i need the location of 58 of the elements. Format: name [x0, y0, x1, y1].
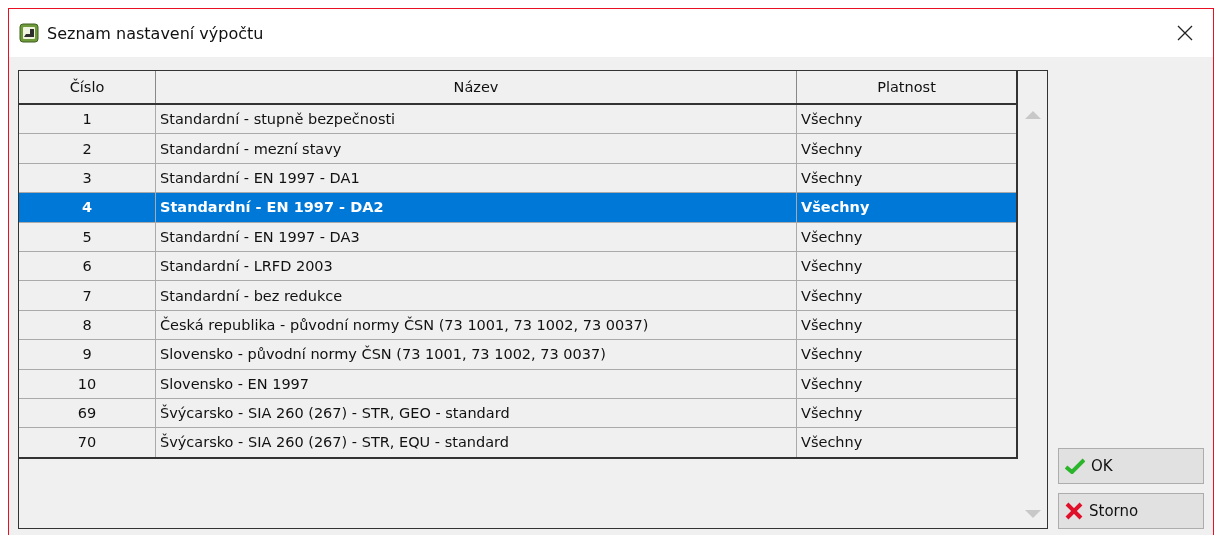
table-cell: Standardní - EN 1997 - DA1	[155, 163, 797, 193]
table-cell: Všechny	[796, 398, 1017, 428]
table-cell: Standardní - LRFD 2003	[155, 251, 797, 281]
table-cell: 6	[19, 251, 156, 281]
table-cell: Všechny	[796, 192, 1017, 223]
table-cell: Všechny	[796, 104, 1017, 134]
cancel-button[interactable]: Storno	[1058, 493, 1204, 529]
close-icon[interactable]	[1177, 25, 1193, 41]
table-cell: Standardní - mezní stavy	[155, 133, 797, 164]
table-row[interactable]: 2 Standardní - mezní stavy Všechny	[19, 133, 1017, 164]
table-row[interactable]: 7 Standardní - bez redukce Všechny	[19, 280, 1017, 311]
table-cell: 70	[19, 427, 156, 458]
table-row[interactable]: 69 Švýcarsko - SIA 260 (267) - STR, GEO - standard Všechny	[19, 398, 1017, 428]
column-header[interactable]: Číslo	[19, 71, 156, 104]
table-cell: Standardní - EN 1997 - DA3	[155, 222, 797, 252]
table-cell: 69	[19, 398, 156, 428]
table-cell: 8	[19, 310, 156, 340]
ok-button[interactable]: OK	[1058, 448, 1204, 484]
table-cell: 3	[19, 163, 156, 193]
table-cell: Všechny	[796, 310, 1017, 340]
app-icon	[19, 23, 39, 43]
scroll-down-icon[interactable]	[1024, 510, 1041, 518]
table-cell: Všechny	[796, 339, 1017, 369]
table-row[interactable]: 1 Standardní - stupně bezpečnosti Všechny	[19, 104, 1017, 134]
table-cell: 9	[19, 339, 156, 369]
table-cell: 2	[19, 133, 156, 164]
table-cell: Česká republika - původní normy ČSN (73 1001, 73 1002, 73 0037)	[155, 310, 797, 340]
column-header[interactable]: Platnost	[796, 71, 1017, 104]
table-cell: Švýcarsko - SIA 260 (267) - STR, GEO - standard	[155, 398, 797, 428]
table-cell: 7	[19, 280, 156, 311]
checkmark-icon	[1065, 458, 1085, 474]
table-cell: 1	[19, 104, 156, 134]
table-row[interactable]: 4 Standardní - EN 1997 - DA2 Všechny	[19, 192, 1017, 223]
column-header[interactable]: Název	[155, 71, 797, 104]
table-row[interactable]: 6 Standardní - LRFD 2003 Všechny	[19, 251, 1017, 281]
table-cell: Standardní - EN 1997 - DA2	[155, 192, 797, 223]
table-cell: Všechny	[796, 369, 1017, 399]
table-cell: Slovensko - EN 1997	[155, 369, 797, 399]
table-row[interactable]: 70 Švýcarsko - SIA 260 (267) - STR, EQU - standard Všechny	[19, 427, 1017, 458]
table-cell: Standardní - stupně bezpečnosti	[155, 104, 797, 134]
close-icon	[1065, 502, 1083, 520]
table-cell: 10	[19, 369, 156, 399]
table-cell: Slovensko - původní normy ČSN (73 1001, 73 1002, 73 0037)	[155, 339, 797, 369]
table-row[interactable]: 10 Slovensko - EN 1997 Všechny	[19, 369, 1017, 399]
table-cell: Standardní - bez redukce	[155, 280, 797, 311]
table-cell: Všechny	[796, 251, 1017, 281]
table-cell: Všechny	[796, 427, 1017, 458]
table-row[interactable]: 5 Standardní - EN 1997 - DA3 Všechny	[19, 222, 1017, 252]
table-cell: 4	[19, 192, 156, 223]
scroll-up-icon[interactable]	[1024, 111, 1041, 119]
table-row[interactable]: 9 Slovensko - původní normy ČSN (73 1001, 73 1002, 73 0037) Všechny	[19, 339, 1017, 369]
table-cell: Všechny	[796, 222, 1017, 252]
table-cell: Všechny	[796, 280, 1017, 311]
table-cell: 5	[19, 222, 156, 252]
table-cell: Všechny	[796, 133, 1017, 164]
table-row[interactable]: 8 Česká republika - původní normy ČSN (73 1001, 73 1002, 73 0037) Všechny	[19, 310, 1017, 340]
window-title: Seznam nastavení výpočtu	[47, 23, 265, 43]
table-cell: Švýcarsko - SIA 260 (267) - STR, EQU - standard	[155, 427, 797, 458]
